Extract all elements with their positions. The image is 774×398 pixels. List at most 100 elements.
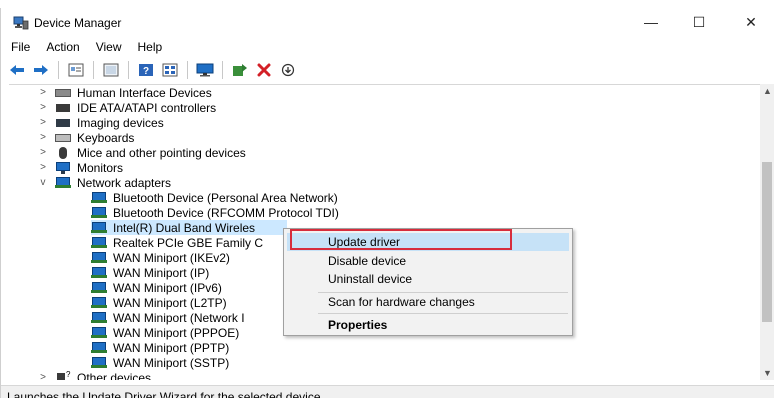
tree-item-bluetooth-pan[interactable]: Bluetooth Device (Personal Area Network) [91,190,338,205]
tree-item-wan-l2tp[interactable]: WAN Miniport (L2TP) [91,295,227,310]
menu-help[interactable]: Help [130,40,171,54]
network-icon [55,176,71,189]
uninstall-icon[interactable] [254,60,274,80]
network-adapter-icon [91,236,107,249]
network-adapter-icon [91,341,107,354]
network-adapter-icon [91,326,107,339]
svg-text:?: ? [143,66,149,77]
update-driver-icon[interactable] [230,60,250,80]
menu-action[interactable]: Action [38,40,87,54]
device-manager-icon [13,16,29,30]
show-hidden-icon[interactable] [101,60,121,80]
tree-item-keyboards[interactable]: > Keyboards [37,130,134,145]
tree-item-wan-ip[interactable]: WAN Miniport (IP) [91,265,209,280]
tree-item-label: WAN Miniport (SSTP) [113,355,230,370]
tree-item-realtek[interactable]: Realtek PCIe GBE Family C [91,235,263,250]
tree-item-label: Intel(R) Dual Band Wireles [113,220,256,235]
network-adapter-icon [91,311,107,324]
help-icon[interactable]: ? [136,60,156,80]
title-bar: Device Manager — ☐ ✕ [1,8,774,36]
keyboard-icon [55,132,71,144]
monitor-icon [55,161,71,174]
menu-file[interactable]: File [1,40,38,54]
mouse-icon [55,146,71,159]
tree-item-wan-ikev2[interactable]: WAN Miniport (IKEv2) [91,250,230,265]
ide-icon [55,102,71,114]
menu-scan-hardware[interactable]: Scan for hardware changes [328,293,475,311]
menu-properties[interactable]: Properties [328,316,387,334]
expand-icon[interactable]: > [37,87,49,98]
tree-item-label: WAN Miniport (PPPOE) [113,325,240,340]
scan-icon[interactable] [278,60,298,80]
expand-icon[interactable]: > [37,147,49,158]
scroll-down-arrow-icon[interactable]: ▼ [763,368,772,378]
tree-item-label: Bluetooth Device (RFCOMM Protocol TDI) [113,205,339,220]
network-adapter-icon [91,206,107,219]
tree-item-human-interface-devices[interactable]: > Human Interface Devices [37,85,212,100]
monitor-icon[interactable] [195,60,215,80]
tree-item-wan-sstp[interactable]: WAN Miniport (SSTP) [91,355,229,370]
network-adapter-icon [91,356,107,369]
tree-item-label: IDE ATA/ATAPI controllers [77,100,217,115]
tree-item-intel-wireless[interactable]: Intel(R) Dual Band Wireles [91,220,287,235]
expand-icon[interactable]: > [37,117,49,128]
toolbar: ? [7,58,298,82]
scroll-thumb[interactable] [762,162,772,322]
menu-disable-device[interactable]: Disable device [328,252,406,270]
window-title: Device Manager [34,16,122,30]
tree-item-wan-pppoe[interactable]: WAN Miniport (PPPOE) [91,325,239,340]
device-manager-window: Device Manager — ☐ ✕ File Action View He… [0,8,774,398]
tree-item-network-adapters[interactable]: v Network adapters [37,175,172,190]
hid-icon [55,87,71,99]
tree-item-wan-ipv6[interactable]: WAN Miniport (IPv6) [91,280,222,295]
network-adapter-icon [91,266,107,279]
tree-item-label: WAN Miniport (IPv6) [113,280,222,295]
scroll-up-arrow-icon[interactable]: ▲ [763,86,772,96]
tree-item-imaging-devices[interactable]: > Imaging devices [37,115,164,130]
vertical-scrollbar[interactable]: ▲ ▼ [760,84,774,380]
tree-item-label: Other devices [77,370,152,381]
minimize-button[interactable]: — [631,10,671,34]
close-button[interactable]: ✕ [731,10,771,34]
network-adapter-icon [91,221,107,234]
highlight-annotation [290,229,512,250]
tree-item-wan-network-monitor[interactable]: WAN Miniport (Network I [91,310,245,325]
toolbar-separator [93,61,94,79]
tree-item-label: WAN Miniport (IKEv2) [113,250,230,265]
menu-uninstall-device[interactable]: Uninstall device [328,270,412,288]
tree-item-bluetooth-rfcomm[interactable]: Bluetooth Device (RFCOMM Protocol TDI) [91,205,339,220]
back-arrow-icon[interactable] [7,60,27,80]
status-bar: Launches the Update Driver Wizard for th… [1,385,774,398]
properties-icon[interactable] [66,60,86,80]
tree-item-wan-pptp[interactable]: WAN Miniport (PPTP) [91,340,229,355]
expand-icon[interactable]: > [37,162,49,173]
tree-item-mice[interactable]: > Mice and other pointing devices [37,145,246,160]
menu-separator [318,313,568,314]
tree-item-label: Monitors [77,160,124,175]
tree-item-label: Keyboards [77,130,135,145]
maximize-button[interactable]: ☐ [679,10,719,34]
toolbar-separator [187,61,188,79]
view-icon[interactable] [160,60,180,80]
tree-item-monitors[interactable]: > Monitors [37,160,123,175]
forward-arrow-icon[interactable] [31,60,51,80]
collapse-icon[interactable]: v [37,177,49,188]
tree-item-ide-controllers[interactable]: > IDE ATA/ATAPI controllers [37,100,216,115]
network-adapter-icon [91,281,107,294]
expand-icon[interactable]: > [37,372,49,380]
toolbar-separator [58,61,59,79]
tree-item-label: WAN Miniport (IP) [113,265,210,280]
tree-item-label: Imaging devices [77,115,164,130]
tree-item-label: Realtek PCIe GBE Family C [113,235,264,250]
expand-icon[interactable]: > [37,102,49,113]
tree-item-label: WAN Miniport (PPTP) [113,340,230,355]
tree-item-other-devices[interactable]: > ? Other devices [37,370,151,380]
expand-icon[interactable]: > [37,132,49,143]
menu-view[interactable]: View [88,40,130,54]
tree-item-label: WAN Miniport (Network I [113,310,245,325]
network-adapter-icon [91,251,107,264]
unknown-device-icon: ? [55,370,71,380]
tree-item-label: WAN Miniport (L2TP) [113,295,227,310]
toolbar-separator [128,61,129,79]
tree-item-label: Mice and other pointing devices [77,145,246,160]
